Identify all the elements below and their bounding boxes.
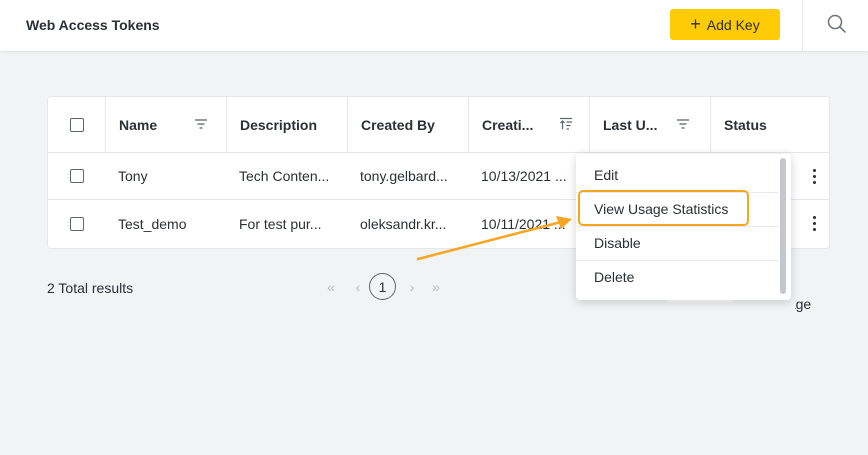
- previous-page-icon[interactable]: ‹: [351, 271, 365, 303]
- page-title: Web Access Tokens: [26, 17, 160, 33]
- plus-icon: +: [690, 13, 701, 34]
- header-checkbox-cell: [48, 97, 105, 152]
- menu-item-delete[interactable]: Delete: [576, 260, 779, 294]
- column-label-description: Description: [240, 116, 318, 133]
- cell-created-by: oleksandr.kr...: [360, 215, 447, 232]
- column-label-status: Status: [724, 116, 767, 133]
- column-label-name: Name: [119, 116, 158, 133]
- column-header-creation[interactable]: Creati...: [468, 97, 589, 152]
- table-header-row: Name Description Created By Creati... La…: [48, 97, 829, 153]
- cell-creation: 10/13/2021 ...: [481, 168, 567, 184]
- page-number-current[interactable]: 1: [369, 273, 396, 300]
- row-checkbox-cell: [48, 153, 105, 199]
- column-label-created-by: Created By: [361, 116, 435, 133]
- last-page-icon[interactable]: »: [429, 271, 443, 303]
- header-divider: [802, 0, 803, 51]
- row-checkbox[interactable]: [69, 216, 84, 231]
- column-label-last-used: Last U...: [603, 116, 658, 133]
- search-icon: [827, 14, 846, 33]
- add-key-label: Add Key: [706, 16, 760, 33]
- filter-icon[interactable]: [194, 117, 208, 131]
- cell-name: Test_demo: [118, 215, 187, 232]
- row-actions-kebab-icon[interactable]: [807, 200, 821, 247]
- filter-icon[interactable]: [676, 117, 690, 131]
- row-actions-menu: Edit View Usage Statistics Disable Delet…: [576, 154, 791, 300]
- menu-item-edit[interactable]: Edit: [576, 158, 779, 192]
- add-key-button[interactable]: + Add Key: [670, 9, 780, 40]
- column-header-name[interactable]: Name: [105, 97, 226, 152]
- menu-item-view-usage-statistics[interactable]: View Usage Statistics: [576, 192, 779, 226]
- row-checkbox-cell: [48, 200, 105, 247]
- next-page-icon[interactable]: ›: [405, 271, 419, 303]
- column-header-last-used[interactable]: Last U...: [589, 97, 710, 152]
- sort-ascending-icon[interactable]: [559, 117, 573, 131]
- select-all-checkbox[interactable]: [69, 117, 84, 132]
- cell-description: For test pur...: [239, 215, 322, 232]
- row-actions-kebab-icon[interactable]: [807, 153, 821, 199]
- cell-name: Tony: [118, 168, 148, 184]
- total-results: 2 Total results: [47, 280, 134, 296]
- column-header-status[interactable]: Status: [710, 97, 829, 152]
- cell-description: Tech Conten...: [239, 168, 330, 184]
- row-checkbox[interactable]: [69, 169, 84, 183]
- column-header-description[interactable]: Description: [226, 97, 347, 152]
- per-page-label: In page: [795, 296, 812, 312]
- menu-item-disable[interactable]: Disable: [576, 226, 779, 260]
- first-page-icon[interactable]: «: [324, 271, 338, 303]
- cell-created-by: tony.gelbard...: [360, 168, 448, 184]
- search-button[interactable]: [826, 13, 848, 35]
- page-header: Web Access Tokens + Add Key: [0, 0, 868, 51]
- column-label-creation: Creati...: [482, 116, 534, 133]
- cell-creation: 10/11/2021 ...: [481, 215, 566, 232]
- menu-scrollbar[interactable]: [780, 158, 786, 294]
- column-header-created-by[interactable]: Created By: [347, 97, 468, 152]
